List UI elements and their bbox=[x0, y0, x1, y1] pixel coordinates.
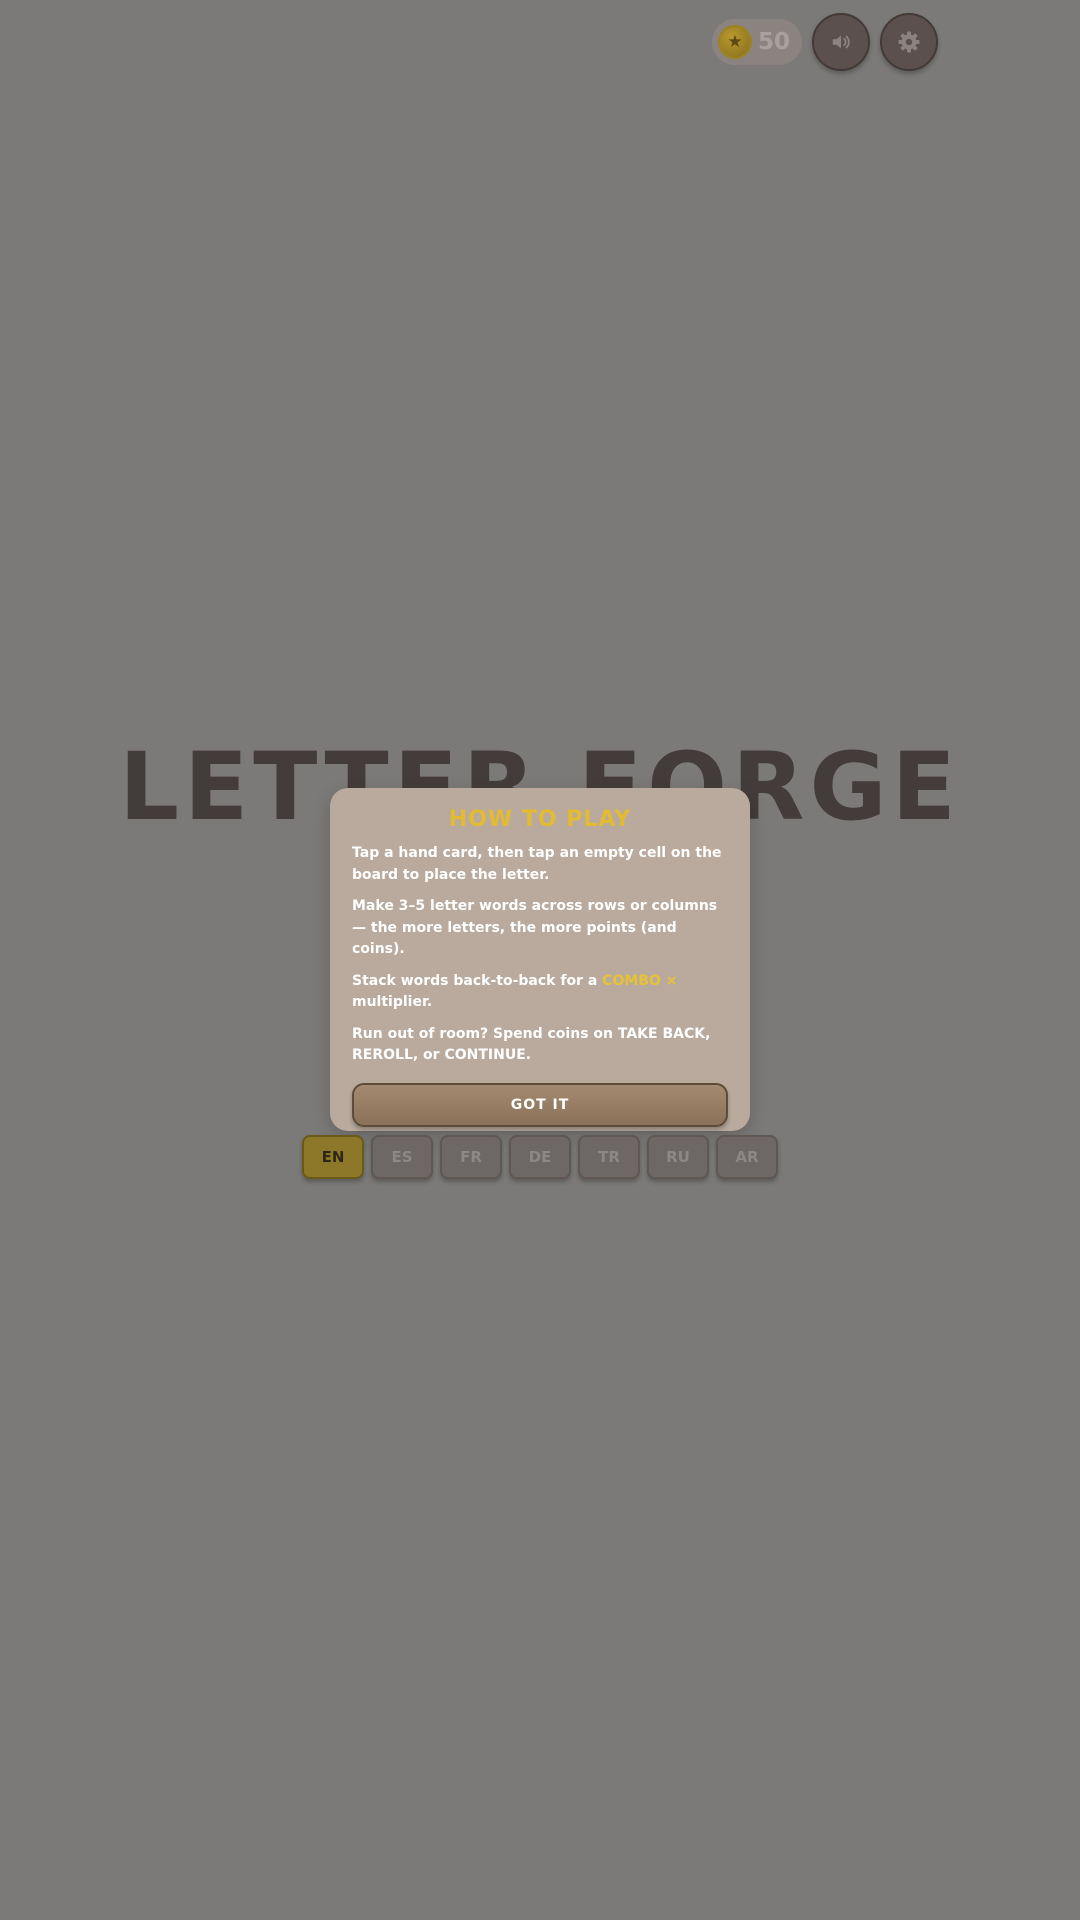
lang-button-ru[interactable]: RU bbox=[647, 1135, 709, 1179]
speaker-icon bbox=[832, 35, 850, 49]
combo-text-before: Stack words back-to-back for a bbox=[352, 972, 603, 989]
instruction-combo: Stack words back-to-back for a COMBO × m… bbox=[352, 971, 728, 1014]
lang-button-ar[interactable]: AR bbox=[716, 1135, 778, 1179]
lang-button-en[interactable]: EN bbox=[302, 1135, 364, 1179]
got-it-button[interactable]: GOT IT bbox=[352, 1082, 728, 1127]
combo-highlight: COMBO × bbox=[602, 972, 678, 989]
top-hud: ★ 50 bbox=[712, 12, 938, 72]
gear-icon bbox=[898, 31, 920, 53]
instruction-spend-coins: Run out of room? Spend coins on TAKE BAC… bbox=[352, 1025, 711, 1064]
coin-counter: ★ 50 bbox=[712, 19, 802, 65]
settings-button[interactable] bbox=[880, 13, 938, 71]
instruction-place-letter: Tap a hand card, then tap an empty cell … bbox=[352, 845, 722, 883]
lang-button-es[interactable]: ES bbox=[371, 1135, 433, 1179]
language-selector: EN ES FR DE TR RU AR bbox=[302, 1135, 778, 1179]
lang-button-tr[interactable]: TR bbox=[578, 1135, 640, 1179]
sound-button[interactable] bbox=[812, 13, 870, 71]
star-coin-icon: ★ bbox=[718, 25, 752, 59]
instruction-make-words: Make 3–5 letter words across rows or col… bbox=[352, 898, 718, 957]
dialog-title: HOW TO PLAY bbox=[448, 807, 632, 832]
lang-button-fr[interactable]: FR bbox=[440, 1135, 502, 1179]
coin-count: 50 bbox=[758, 29, 791, 55]
combo-text-after: multiplier. bbox=[352, 994, 433, 1010]
lang-button-de[interactable]: DE bbox=[509, 1135, 571, 1179]
how-to-play-dialog: HOW TO PLAY Tap a hand card, then tap an… bbox=[330, 788, 750, 1131]
